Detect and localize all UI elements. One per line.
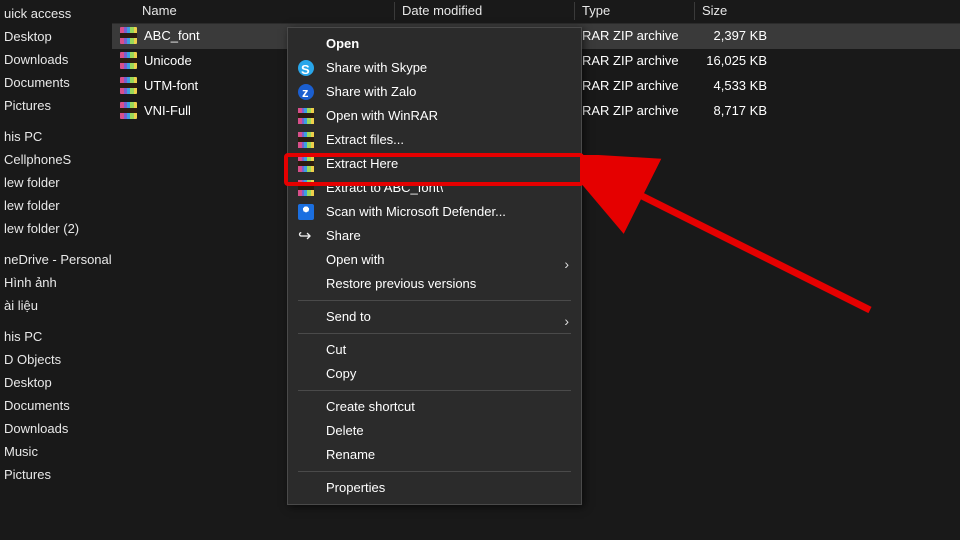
sidebar-item[interactable]: ài liệu — [0, 294, 112, 317]
menu-item[interactable]: Rename — [288, 443, 581, 467]
sidebar-item[interactable]: Pictures — [0, 94, 112, 117]
sidebar-item[interactable]: lew folder (2) — [0, 217, 112, 240]
menu-item-label: Delete — [326, 423, 364, 438]
menu-item-label: Rename — [326, 447, 375, 462]
menu-item-label: Open with WinRAR — [326, 108, 438, 123]
menu-item[interactable]: Open with WinRAR — [288, 104, 581, 128]
menu-item[interactable]: Send to› — [288, 305, 581, 329]
menu-item[interactable]: Copy — [288, 362, 581, 386]
file-size: 8,717 KB — [687, 103, 767, 118]
menu-item-label: Copy — [326, 366, 356, 381]
share-icon — [298, 228, 314, 244]
menu-item[interactable]: Extract Here — [288, 152, 581, 176]
sidebar-item[interactable]: uick access — [0, 2, 112, 25]
column-type[interactable]: Type — [582, 3, 610, 18]
rar-archive-icon — [120, 52, 137, 69]
rar-archive-icon — [120, 77, 137, 94]
menu-item-label: Scan with Microsoft Defender... — [326, 204, 506, 219]
menu-item[interactable]: Cut — [288, 338, 581, 362]
menu-item[interactable]: Share — [288, 224, 581, 248]
rar-archive-icon — [120, 102, 137, 119]
skype-icon — [298, 60, 314, 76]
sidebar-item[interactable]: lew folder — [0, 194, 112, 217]
file-size: 4,533 KB — [687, 78, 767, 93]
menu-item-label: Restore previous versions — [326, 276, 476, 291]
sidebar-item[interactable]: Pictures — [0, 463, 112, 486]
menu-item[interactable]: Properties — [288, 476, 581, 500]
menu-item-label: Send to — [326, 309, 371, 324]
rar-icon — [298, 156, 314, 172]
sidebar-item[interactable]: Desktop — [0, 371, 112, 394]
rar-icon — [298, 108, 314, 124]
menu-item[interactable]: Share with Skype — [288, 56, 581, 80]
menu-item-label: Create shortcut — [326, 399, 415, 414]
sidebar-item[interactable]: neDrive - Personal — [0, 248, 112, 271]
rar-icon — [298, 180, 314, 196]
rar-archive-icon — [120, 27, 137, 44]
chevron-right-icon: › — [564, 309, 569, 333]
menu-item-label: Open — [326, 36, 359, 51]
menu-item[interactable]: Extract to ABC_font\ — [288, 176, 581, 200]
menu-item[interactable]: Create shortcut — [288, 395, 581, 419]
file-size: 2,397 KB — [687, 28, 767, 43]
menu-item[interactable]: Restore previous versions — [288, 272, 581, 296]
sidebar-item[interactable]: D Objects — [0, 348, 112, 371]
file-name: ABC_font — [144, 28, 200, 43]
menu-item-label: Properties — [326, 480, 385, 495]
context-menu: Open Share with Skype Share with Zalo Open … — [287, 27, 582, 505]
menu-item-label: Extract files... — [326, 132, 404, 147]
sidebar-item[interactable]: lew folder — [0, 171, 112, 194]
sidebar-item[interactable]: Desktop — [0, 25, 112, 48]
menu-item-label: Share with Zalo — [326, 84, 416, 99]
sidebar-item[interactable]: Hình ảnh — [0, 271, 112, 294]
column-date[interactable]: Date modified — [402, 3, 482, 18]
menu-item-label: Extract Here — [326, 156, 398, 171]
file-name: VNI-Full — [144, 103, 191, 118]
menu-item[interactable]: Scan with Microsoft Defender... — [288, 200, 581, 224]
menu-item-label: Share — [326, 228, 361, 243]
menu-separator — [298, 300, 571, 301]
menu-item-label: Open with — [326, 252, 385, 267]
sidebar-item[interactable]: his PC — [0, 325, 112, 348]
defender-icon — [298, 204, 314, 220]
menu-separator — [298, 390, 571, 391]
sidebar-item[interactable]: Music — [0, 440, 112, 463]
sidebar-item[interactable]: Downloads — [0, 48, 112, 71]
menu-item-label: Share with Skype — [326, 60, 427, 75]
menu-item-label: Cut — [326, 342, 346, 357]
column-size[interactable]: Size — [702, 3, 727, 18]
sidebar-item[interactable]: his PC — [0, 125, 112, 148]
menu-item[interactable]: Open — [288, 32, 581, 56]
column-header-row: Name Date modified Type Size — [112, 0, 960, 24]
menu-separator — [298, 471, 571, 472]
menu-separator — [298, 333, 571, 334]
zalo-icon — [298, 84, 314, 100]
menu-item-label: Extract to ABC_font\ — [326, 180, 443, 195]
menu-item[interactable]: Extract files... — [288, 128, 581, 152]
menu-item[interactable]: Delete — [288, 419, 581, 443]
file-name: Unicode — [144, 53, 192, 68]
column-name[interactable]: Name — [142, 3, 177, 18]
file-type: RAR ZIP archive — [582, 53, 679, 68]
menu-item[interactable]: Share with Zalo — [288, 80, 581, 104]
sidebar-item[interactable]: Documents — [0, 394, 112, 417]
navigation-sidebar: uick accessDesktopDownloadsDocumentsPict… — [0, 0, 112, 540]
sidebar-item[interactable]: Downloads — [0, 417, 112, 440]
sidebar-item[interactable]: CellphoneS — [0, 148, 112, 171]
file-type: RAR ZIP archive — [582, 78, 679, 93]
rar-icon — [298, 132, 314, 148]
file-type: RAR ZIP archive — [582, 103, 679, 118]
file-type: RAR ZIP archive — [582, 28, 679, 43]
file-size: 16,025 KB — [687, 53, 767, 68]
sidebar-item[interactable]: Documents — [0, 71, 112, 94]
file-name: UTM-font — [144, 78, 198, 93]
menu-item[interactable]: Open with› — [288, 248, 581, 272]
